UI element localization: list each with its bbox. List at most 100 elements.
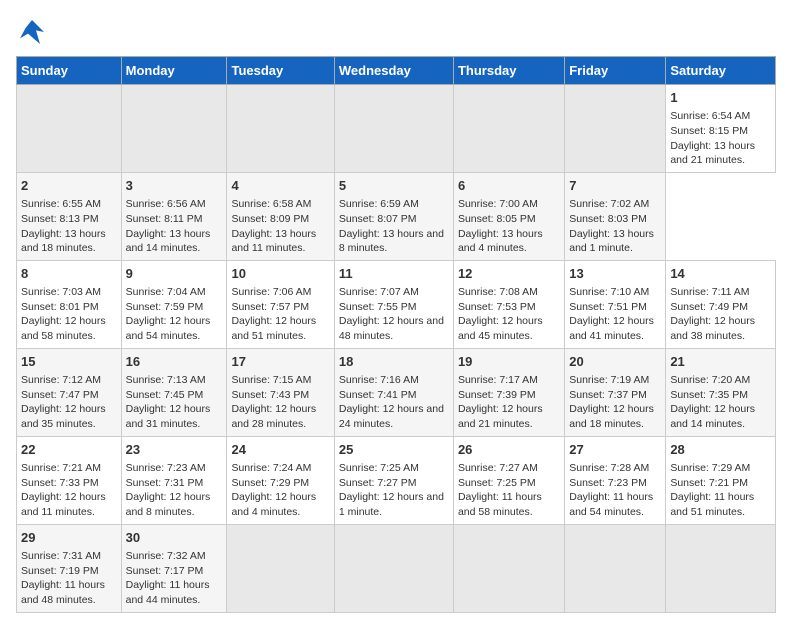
- calendar-cell: 25 Sunrise: 7:25 AMSunset: 7:27 PMDayligh…: [334, 436, 453, 524]
- calendar-cell: 16 Sunrise: 7:13 AMSunset: 7:45 PMDayligh…: [121, 348, 227, 436]
- day-info: Sunrise: 7:27 AMSunset: 7:25 PMDaylight:…: [458, 461, 560, 520]
- day-number: 9: [126, 265, 223, 283]
- calendar-cell: [17, 85, 122, 173]
- calendar-week-row: 22Sunrise: 7:21 AMSunset: 7:33 PMDayligh…: [17, 436, 776, 524]
- day-number: 13: [569, 265, 661, 283]
- day-info: Sunrise: 7:04 AMSunset: 7:59 PMDaylight:…: [126, 285, 223, 344]
- day-number: 25: [339, 441, 449, 459]
- day-info: Sunrise: 7:17 AMSunset: 7:39 PMDaylight:…: [458, 373, 560, 432]
- day-number: 15: [21, 353, 117, 371]
- calendar-cell: 21 Sunrise: 7:20 AMSunset: 7:35 PMDayligh…: [666, 348, 776, 436]
- day-info: Sunrise: 7:10 AMSunset: 7:51 PMDaylight:…: [569, 285, 661, 344]
- day-header-sunday: Sunday: [17, 57, 122, 85]
- calendar-cell: 29Sunrise: 7:31 AMSunset: 7:19 PMDayligh…: [17, 524, 122, 612]
- day-number: 27: [569, 441, 661, 459]
- calendar-table: SundayMondayTuesdayWednesdayThursdayFrid…: [16, 56, 776, 613]
- day-info: Sunrise: 7:25 AMSunset: 7:27 PMDaylight:…: [339, 461, 449, 520]
- calendar-week-row: 29Sunrise: 7:31 AMSunset: 7:19 PMDayligh…: [17, 524, 776, 612]
- day-info: Sunrise: 7:21 AMSunset: 7:33 PMDaylight:…: [21, 461, 117, 520]
- day-number: 8: [21, 265, 117, 283]
- calendar-cell: [227, 85, 334, 173]
- calendar-cell: 6 Sunrise: 7:00 AMSunset: 8:05 PMDaylight…: [453, 172, 564, 260]
- day-number: 30: [126, 529, 223, 547]
- calendar-cell: 23 Sunrise: 7:23 AMSunset: 7:31 PMDayligh…: [121, 436, 227, 524]
- calendar-cell: 26 Sunrise: 7:27 AMSunset: 7:25 PMDayligh…: [453, 436, 564, 524]
- day-info: Sunrise: 6:56 AMSunset: 8:11 PMDaylight:…: [126, 197, 223, 256]
- calendar-cell: 8 Sunrise: 7:03 AMSunset: 8:01 PMDaylight…: [17, 260, 122, 348]
- logo: [16, 16, 52, 48]
- day-info: Sunrise: 6:58 AMSunset: 8:09 PMDaylight:…: [231, 197, 329, 256]
- day-info: Sunrise: 7:08 AMSunset: 7:53 PMDaylight:…: [458, 285, 560, 344]
- day-info: Sunrise: 7:03 AMSunset: 8:01 PMDaylight:…: [21, 285, 117, 344]
- day-info: Sunrise: 7:13 AMSunset: 7:45 PMDaylight:…: [126, 373, 223, 432]
- calendar-cell: 15 Sunrise: 7:12 AMSunset: 7:47 PMDayligh…: [17, 348, 122, 436]
- calendar-cell: 13 Sunrise: 7:10 AMSunset: 7:51 PMDayligh…: [565, 260, 666, 348]
- day-number: 26: [458, 441, 560, 459]
- day-number: 1: [670, 89, 771, 107]
- day-info: Sunrise: 7:00 AMSunset: 8:05 PMDaylight:…: [458, 197, 560, 256]
- day-number: 21: [670, 353, 771, 371]
- calendar-week-row: 2 Sunrise: 6:55 AMSunset: 8:13 PMDaylight…: [17, 172, 776, 260]
- calendar-cell: 14 Sunrise: 7:11 AMSunset: 7:49 PMDayligh…: [666, 260, 776, 348]
- calendar-cell: [565, 524, 666, 612]
- calendar-cell: [227, 524, 334, 612]
- day-info: Sunrise: 7:15 AMSunset: 7:43 PMDaylight:…: [231, 373, 329, 432]
- day-number: 23: [126, 441, 223, 459]
- calendar-cell: [334, 524, 453, 612]
- day-number: 10: [231, 265, 329, 283]
- day-info: Sunrise: 7:11 AMSunset: 7:49 PMDaylight:…: [670, 285, 771, 344]
- day-number: 14: [670, 265, 771, 283]
- day-info: Sunrise: 7:24 AMSunset: 7:29 PMDaylight:…: [231, 461, 329, 520]
- day-number: 2: [21, 177, 117, 195]
- calendar-cell: 30 Sunrise: 7:32 AMSunset: 7:17 PMDayligh…: [121, 524, 227, 612]
- day-number: 19: [458, 353, 560, 371]
- calendar-header-row: SundayMondayTuesdayWednesdayThursdayFrid…: [17, 57, 776, 85]
- calendar-cell: 4 Sunrise: 6:58 AMSunset: 8:09 PMDaylight…: [227, 172, 334, 260]
- calendar-cell: 3Sunrise: 6:56 AMSunset: 8:11 PMDaylight…: [121, 172, 227, 260]
- day-header-friday: Friday: [565, 57, 666, 85]
- day-info: Sunrise: 7:23 AMSunset: 7:31 PMDaylight:…: [126, 461, 223, 520]
- calendar-cell: 1 Sunrise: 6:54 AMSunset: 8:15 PMDaylight…: [666, 85, 776, 173]
- day-number: 4: [231, 177, 329, 195]
- calendar-cell: [334, 85, 453, 173]
- calendar-cell: 12 Sunrise: 7:08 AMSunset: 7:53 PMDayligh…: [453, 260, 564, 348]
- day-header-wednesday: Wednesday: [334, 57, 453, 85]
- calendar-cell: 27 Sunrise: 7:28 AMSunset: 7:23 PMDayligh…: [565, 436, 666, 524]
- page-header: [16, 16, 776, 48]
- day-number: 6: [458, 177, 560, 195]
- day-number: 24: [231, 441, 329, 459]
- calendar-cell: [121, 85, 227, 173]
- calendar-cell: 22Sunrise: 7:21 AMSunset: 7:33 PMDayligh…: [17, 436, 122, 524]
- day-header-monday: Monday: [121, 57, 227, 85]
- day-info: Sunrise: 7:12 AMSunset: 7:47 PMDaylight:…: [21, 373, 117, 432]
- calendar-cell: 28Sunrise: 7:29 AMSunset: 7:21 PMDayligh…: [666, 436, 776, 524]
- day-number: 11: [339, 265, 449, 283]
- day-number: 20: [569, 353, 661, 371]
- day-number: 7: [569, 177, 661, 195]
- calendar-cell: 18Sunrise: 7:16 AMSunset: 7:41 PMDayligh…: [334, 348, 453, 436]
- calendar-cell: 17 Sunrise: 7:15 AMSunset: 7:43 PMDayligh…: [227, 348, 334, 436]
- day-info: Sunrise: 6:55 AMSunset: 8:13 PMDaylight:…: [21, 197, 117, 256]
- calendar-cell: 20 Sunrise: 7:19 AMSunset: 7:37 PMDayligh…: [565, 348, 666, 436]
- day-number: 16: [126, 353, 223, 371]
- day-info: Sunrise: 7:20 AMSunset: 7:35 PMDaylight:…: [670, 373, 771, 432]
- calendar-cell: 24 Sunrise: 7:24 AMSunset: 7:29 PMDayligh…: [227, 436, 334, 524]
- calendar-cell: [565, 85, 666, 173]
- day-info: Sunrise: 7:02 AMSunset: 8:03 PMDaylight:…: [569, 197, 661, 256]
- calendar-cell: [453, 524, 564, 612]
- day-info: Sunrise: 6:54 AMSunset: 8:15 PMDaylight:…: [670, 109, 771, 168]
- day-number: 17: [231, 353, 329, 371]
- calendar-cell: 9 Sunrise: 7:04 AMSunset: 7:59 PMDaylight…: [121, 260, 227, 348]
- day-info: Sunrise: 7:32 AMSunset: 7:17 PMDaylight:…: [126, 549, 223, 608]
- day-info: Sunrise: 6:59 AMSunset: 8:07 PMDaylight:…: [339, 197, 449, 256]
- calendar-week-row: 15 Sunrise: 7:12 AMSunset: 7:47 PMDayligh…: [17, 348, 776, 436]
- day-number: 28: [670, 441, 771, 459]
- calendar-cell: 11Sunrise: 7:07 AMSunset: 7:55 PMDayligh…: [334, 260, 453, 348]
- day-info: Sunrise: 7:19 AMSunset: 7:37 PMDaylight:…: [569, 373, 661, 432]
- calendar-cell: 5Sunrise: 6:59 AMSunset: 8:07 PMDaylight…: [334, 172, 453, 260]
- day-header-saturday: Saturday: [666, 57, 776, 85]
- day-info: Sunrise: 7:28 AMSunset: 7:23 PMDaylight:…: [569, 461, 661, 520]
- day-header-tuesday: Tuesday: [227, 57, 334, 85]
- day-number: 12: [458, 265, 560, 283]
- day-info: Sunrise: 7:31 AMSunset: 7:19 PMDaylight:…: [21, 549, 117, 608]
